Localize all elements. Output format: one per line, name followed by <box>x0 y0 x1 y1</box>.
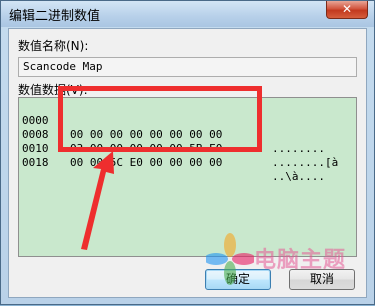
watermark-text: 电脑主题 <box>254 248 347 273</box>
watermark-logo <box>206 233 254 285</box>
dialog-window: 编辑二进制数值 ✕ 数值名称(N): Scancode Map 数值数据(V):… <box>0 0 375 305</box>
